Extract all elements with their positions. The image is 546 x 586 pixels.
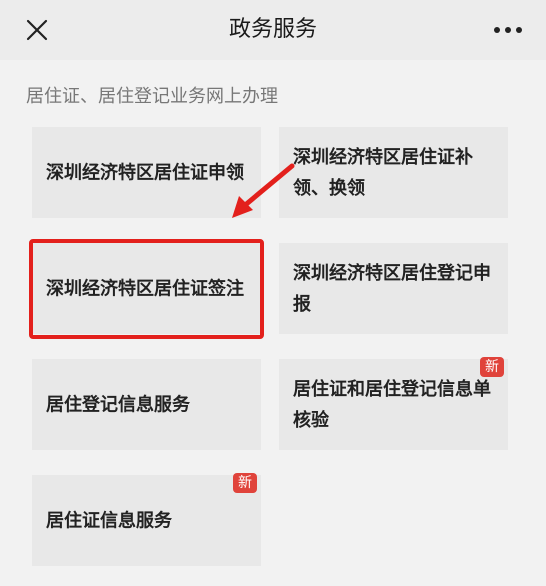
card-registration-info-service[interactable]: 居住登记信息服务 bbox=[32, 359, 261, 450]
page-title: 政务服务 bbox=[228, 17, 317, 42]
card-label: 深圳经济特区居住证申领 bbox=[46, 162, 244, 183]
section-title: 居住证、居住登记业务网上办理 bbox=[26, 86, 278, 107]
close-icon bbox=[26, 19, 48, 41]
card-residence-permit-replace[interactable]: 深圳经济特区居住证补领、换领 bbox=[279, 127, 508, 218]
card-residence-permit-apply[interactable]: 深圳经济特区居住证申领 bbox=[32, 127, 261, 218]
card-permit-info-service[interactable]: 居住证信息服务 新 bbox=[32, 473, 261, 566]
new-badge: 新 bbox=[480, 357, 504, 377]
card-label: 居住证信息服务 bbox=[46, 510, 172, 531]
card-label: 居住登记信息服务 bbox=[46, 394, 190, 415]
card-residence-permit-endorse[interactable]: 深圳经济特区居住证签注 bbox=[32, 243, 261, 334]
card-label: 居住证和居住登记信息单核验 bbox=[293, 378, 491, 431]
top-bar: 政务服务 bbox=[0, 0, 546, 60]
new-badge: 新 bbox=[233, 473, 257, 493]
card-label: 深圳经济特区居住登记申报 bbox=[293, 262, 491, 315]
card-label: 深圳经济特区居住证签注 bbox=[46, 278, 244, 299]
card-label: 深圳经济特区居住证补领、换领 bbox=[293, 146, 473, 199]
more-button[interactable] bbox=[490, 16, 526, 44]
card-permit-registration-verify[interactable]: 居住证和居住登记信息单核验 新 bbox=[279, 357, 508, 450]
more-icon bbox=[494, 27, 522, 33]
close-button[interactable] bbox=[20, 13, 54, 47]
card-residence-registration[interactable]: 深圳经济特区居住登记申报 bbox=[279, 243, 508, 334]
